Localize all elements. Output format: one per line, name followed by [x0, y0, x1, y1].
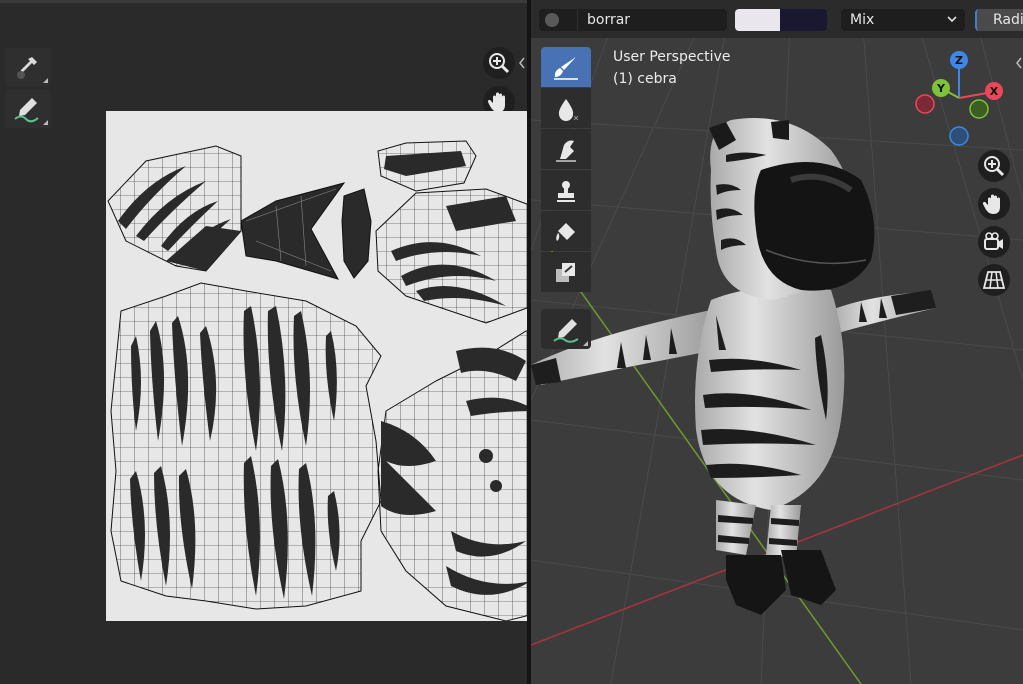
- mask-icon: [556, 263, 575, 282]
- z-axis-label: Z: [955, 54, 963, 67]
- view-label: User Perspective: [613, 49, 731, 65]
- collapse-chevron-icon[interactable]: [1015, 57, 1023, 69]
- collapse-chevron-icon[interactable]: [518, 57, 526, 69]
- chevron-down-icon: [947, 16, 957, 23]
- stamp-icon: [557, 181, 575, 202]
- radius-label: Radi: [993, 12, 1023, 28]
- ortho-toggle-button[interactable]: [978, 264, 1010, 296]
- soften-tool-button[interactable]: [541, 88, 591, 128]
- primary-color[interactable]: [735, 9, 780, 31]
- blend-mode-value: Mix: [850, 12, 875, 28]
- brush-field-separator: [577, 9, 578, 31]
- x-axis-label: X: [990, 85, 999, 98]
- image-editor-toolbar: [3, 46, 53, 130]
- viewport-toolbar: [541, 47, 591, 351]
- tool-options-corner: [43, 78, 48, 83]
- neg-x-axis-handle[interactable]: [915, 94, 935, 114]
- annotate-tool-button[interactable]: [541, 309, 591, 349]
- blend-mode-dropdown[interactable]: Mix: [841, 9, 965, 31]
- 3d-viewport[interactable]: borrar Mix Radi User Perspective (1) ceb…: [531, 0, 1023, 684]
- fill-tool-button[interactable]: [541, 211, 591, 251]
- zebra-model[interactable]: [531, 110, 951, 640]
- image-editor-header: [0, 0, 527, 3]
- hand-icon: [982, 194, 1000, 214]
- viewport-pan-button[interactable]: [978, 188, 1010, 220]
- sample-tool-button[interactable]: [5, 48, 51, 86]
- clone-tool-button[interactable]: [541, 170, 591, 210]
- viewport-zoom-button[interactable]: [978, 150, 1010, 182]
- draw-tool-button[interactable]: [541, 47, 591, 87]
- zoom-button[interactable]: [483, 47, 515, 79]
- uv-layout: [107, 140, 527, 622]
- bucket-icon: [556, 223, 575, 241]
- neg-z-axis-handle[interactable]: [949, 126, 969, 146]
- secondary-color[interactable]: [780, 9, 827, 31]
- brush-selector[interactable]: borrar: [539, 9, 727, 31]
- image-editor[interactable]: [0, 0, 527, 684]
- pencil-icon: [14, 98, 39, 123]
- brush-name[interactable]: borrar: [587, 12, 630, 28]
- color-swatch[interactable]: [735, 9, 827, 31]
- smear-tool-button[interactable]: [541, 129, 591, 169]
- axis-gizmo[interactable]: Z Y X: [907, 50, 1019, 148]
- radius-button[interactable]: Radi: [975, 9, 1023, 31]
- neg-y-axis-handle[interactable]: [969, 99, 989, 119]
- camera-icon: [984, 232, 1003, 250]
- tool-header: borrar Mix Radi: [531, 0, 1023, 38]
- object-label: (1) cebra: [613, 71, 677, 87]
- brush-preview-icon: [545, 13, 559, 27]
- tool-options-corner: [43, 120, 48, 125]
- brush-icon: [554, 57, 578, 80]
- tool-options-corner: [583, 341, 588, 346]
- annotate-tool-button[interactable]: [5, 90, 51, 128]
- y-axis-label: Y: [936, 82, 946, 95]
- viewport-info: User Perspective (1) cebra: [613, 46, 730, 90]
- zoom-in-icon: [489, 53, 510, 74]
- zoom-in-icon: [984, 156, 1005, 177]
- eyedropper-icon: [17, 57, 37, 79]
- smear-icon: [556, 140, 576, 162]
- drop-icon: [558, 99, 579, 121]
- pencil-icon: [553, 319, 579, 343]
- uv-texture-canvas[interactable]: [106, 111, 527, 622]
- camera-view-button[interactable]: [978, 226, 1010, 258]
- grid-icon: [982, 271, 1006, 289]
- mask-tool-button[interactable]: [541, 252, 591, 292]
